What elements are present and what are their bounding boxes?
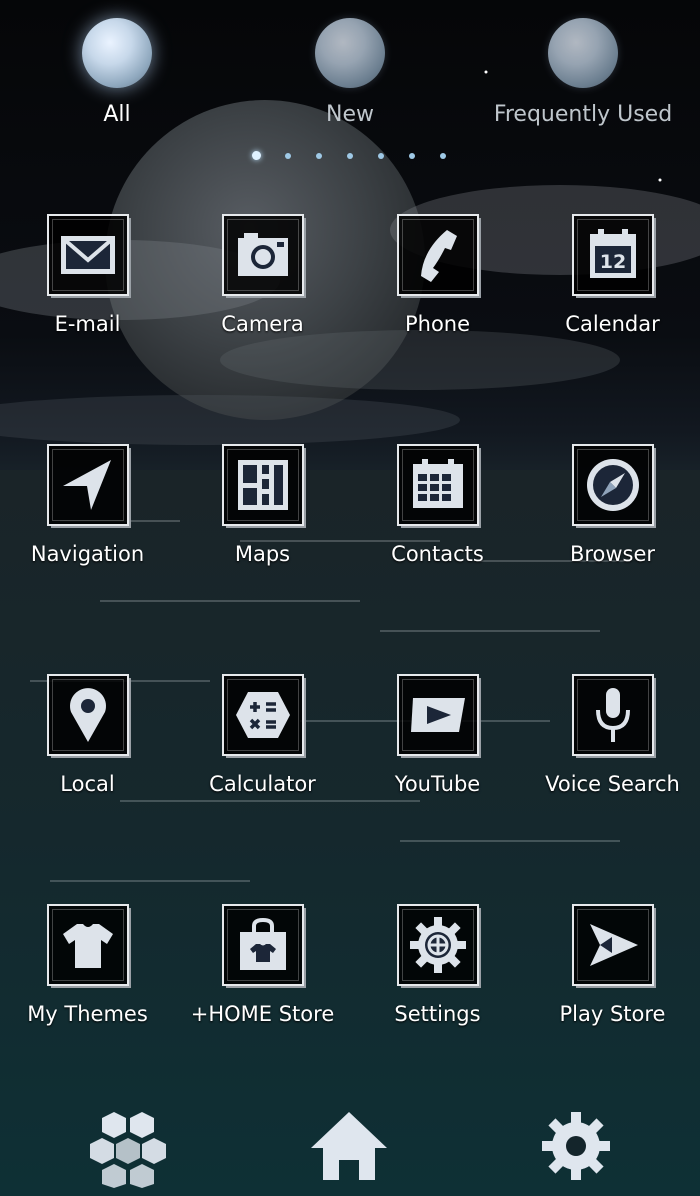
microphone-icon xyxy=(595,688,630,742)
home-icon xyxy=(311,1112,387,1180)
tab-label: All xyxy=(103,102,131,127)
app-label: Phone xyxy=(404,312,471,336)
settings-gear-icon xyxy=(542,1112,610,1180)
phone-handset-icon xyxy=(420,230,457,282)
app-calendar[interactable]: 12 Calendar xyxy=(525,214,700,336)
app-voice-search[interactable]: Voice Search xyxy=(525,674,700,796)
home-button[interactable] xyxy=(309,1108,389,1188)
page-dot xyxy=(347,153,353,159)
app-label: Play Store xyxy=(559,1002,666,1026)
moon-icon xyxy=(548,18,618,88)
tab-label: New xyxy=(326,102,374,127)
app-label: Voice Search xyxy=(545,772,680,796)
app-youtube[interactable]: YouTube xyxy=(350,674,525,796)
app-phone[interactable]: Phone xyxy=(350,214,525,336)
page-dot-active xyxy=(252,151,261,160)
app-settings[interactable]: Settings xyxy=(350,904,525,1026)
dock-bar xyxy=(0,1108,700,1188)
category-tabs: All New Frequently Used xyxy=(0,0,700,150)
tab-frequently-used[interactable]: Frequently Used xyxy=(468,18,698,127)
page-dot xyxy=(316,153,322,159)
tab-label: Frequently Used xyxy=(493,102,673,127)
app-label: Calculator xyxy=(209,772,316,796)
moon-icon xyxy=(82,18,152,88)
calculator-icon xyxy=(235,692,290,738)
tab-all[interactable]: All xyxy=(2,18,232,127)
app-my-themes[interactable]: My Themes xyxy=(0,904,175,1026)
navigation-arrow-icon xyxy=(62,460,111,510)
app-camera[interactable]: Camera xyxy=(175,214,350,336)
map-grid-icon xyxy=(237,460,288,510)
tab-new[interactable]: New xyxy=(235,18,465,127)
app-label: +HOME Store xyxy=(190,1002,335,1026)
app-label: My Themes xyxy=(27,1002,148,1026)
app-label: Settings xyxy=(394,1002,481,1026)
page-dot xyxy=(285,153,291,159)
svg-text:12: 12 xyxy=(599,251,625,273)
shopping-bag-icon xyxy=(239,917,286,970)
app-label: E-mail xyxy=(54,312,121,336)
app-label: Navigation xyxy=(30,542,145,566)
app-label: Maps xyxy=(234,542,291,566)
app-local[interactable]: Local xyxy=(0,674,175,796)
settings-button[interactable] xyxy=(536,1108,616,1188)
tshirt-icon xyxy=(62,924,113,968)
app-label: YouTube xyxy=(394,772,481,796)
compass-icon xyxy=(586,459,639,511)
moon-icon xyxy=(315,18,385,88)
page-dot xyxy=(409,153,415,159)
app-label: Camera xyxy=(221,312,304,336)
page-dot xyxy=(378,153,384,159)
hexagon-apps-icon xyxy=(90,1112,166,1188)
gear-icon xyxy=(409,917,466,973)
page-indicator xyxy=(252,151,452,161)
page-dot xyxy=(440,153,446,159)
app-maps[interactable]: Maps xyxy=(175,444,350,566)
camera-icon xyxy=(237,233,288,276)
location-pin-icon xyxy=(69,688,106,742)
play-flag-icon xyxy=(589,924,638,966)
youtube-play-icon xyxy=(410,698,465,732)
calendar-12-icon: 12 xyxy=(589,229,636,278)
app-label: Browser xyxy=(569,542,656,566)
app-label: Contacts xyxy=(391,542,484,566)
app-drawer-button[interactable] xyxy=(88,1108,168,1188)
app-label: Calendar xyxy=(565,312,660,336)
app-browser[interactable]: Browser xyxy=(525,444,700,566)
app-navigation[interactable]: Navigation xyxy=(0,444,175,566)
app-play-store[interactable]: Play Store xyxy=(525,904,700,1026)
app-label: Local xyxy=(60,772,115,796)
app-home-store[interactable]: +HOME Store xyxy=(175,904,350,1026)
app-email[interactable]: E-mail xyxy=(0,214,175,336)
app-contacts[interactable]: Contacts xyxy=(350,444,525,566)
contacts-grid-icon xyxy=(412,459,463,508)
app-calculator[interactable]: Calculator xyxy=(175,674,350,796)
envelope-icon xyxy=(60,236,115,274)
